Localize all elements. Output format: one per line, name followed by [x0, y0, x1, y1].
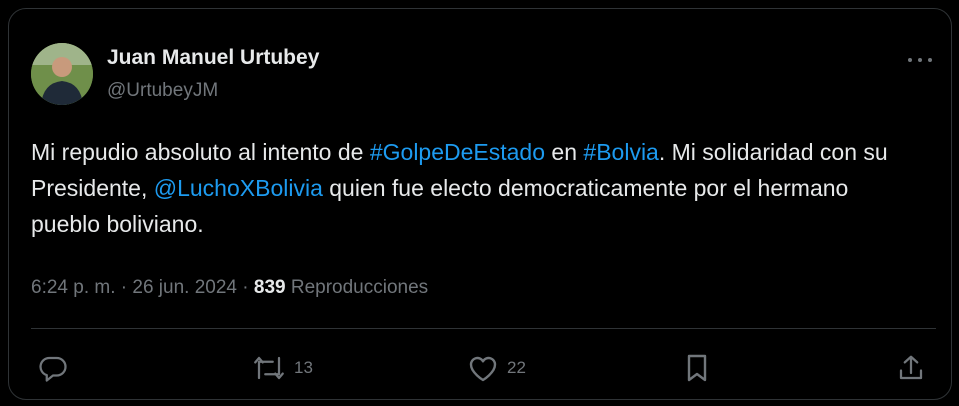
meta-separator: · [236, 277, 254, 298]
author-name[interactable]: Juan Manuel Urtubey [107, 46, 319, 70]
views-label: Reproducciones [290, 277, 429, 298]
tweet-date[interactable]: 26 jun. 2024 [132, 277, 237, 298]
tweet-text-segment: Mi repudio absoluto al intento de [31, 139, 370, 165]
like-button[interactable]: 22 [467, 350, 526, 386]
reply-icon [39, 356, 67, 382]
hashtag-golpedeestado[interactable]: #GolpeDeEstado [370, 139, 545, 165]
like-count: 22 [507, 358, 526, 377]
hashtag-bolvia[interactable]: #Bolvia [583, 139, 658, 165]
mention-luchoxbolivia[interactable]: @LuchoXBolivia [154, 175, 323, 201]
tweet-text-segment: en [545, 139, 584, 165]
more-icon[interactable] [905, 50, 935, 70]
share-icon [899, 355, 923, 380]
share-button[interactable] [896, 350, 926, 386]
like-icon [469, 356, 497, 382]
views-count: 839 [253, 277, 286, 298]
bookmark-button[interactable] [683, 350, 711, 386]
bookmark-icon [687, 354, 707, 382]
meta-separator: · [115, 277, 133, 298]
avatar-image [31, 43, 93, 105]
reply-button[interactable] [38, 350, 76, 386]
tweet-time[interactable]: 6:24 p. m. [31, 277, 116, 298]
retweet-count: 13 [294, 358, 313, 377]
retweet-button[interactable]: 13 [252, 350, 313, 386]
avatar[interactable] [31, 43, 93, 105]
tweet-meta: 6:24 p. m. · 26 jun. 2024 · 839 Reproduc… [31, 277, 428, 299]
retweet-icon [254, 356, 284, 380]
tweet-text: Mi repudio absoluto al intento de #Golpe… [31, 134, 911, 242]
divider [31, 328, 936, 329]
author-handle[interactable]: @UrtubeyJM [107, 80, 218, 102]
